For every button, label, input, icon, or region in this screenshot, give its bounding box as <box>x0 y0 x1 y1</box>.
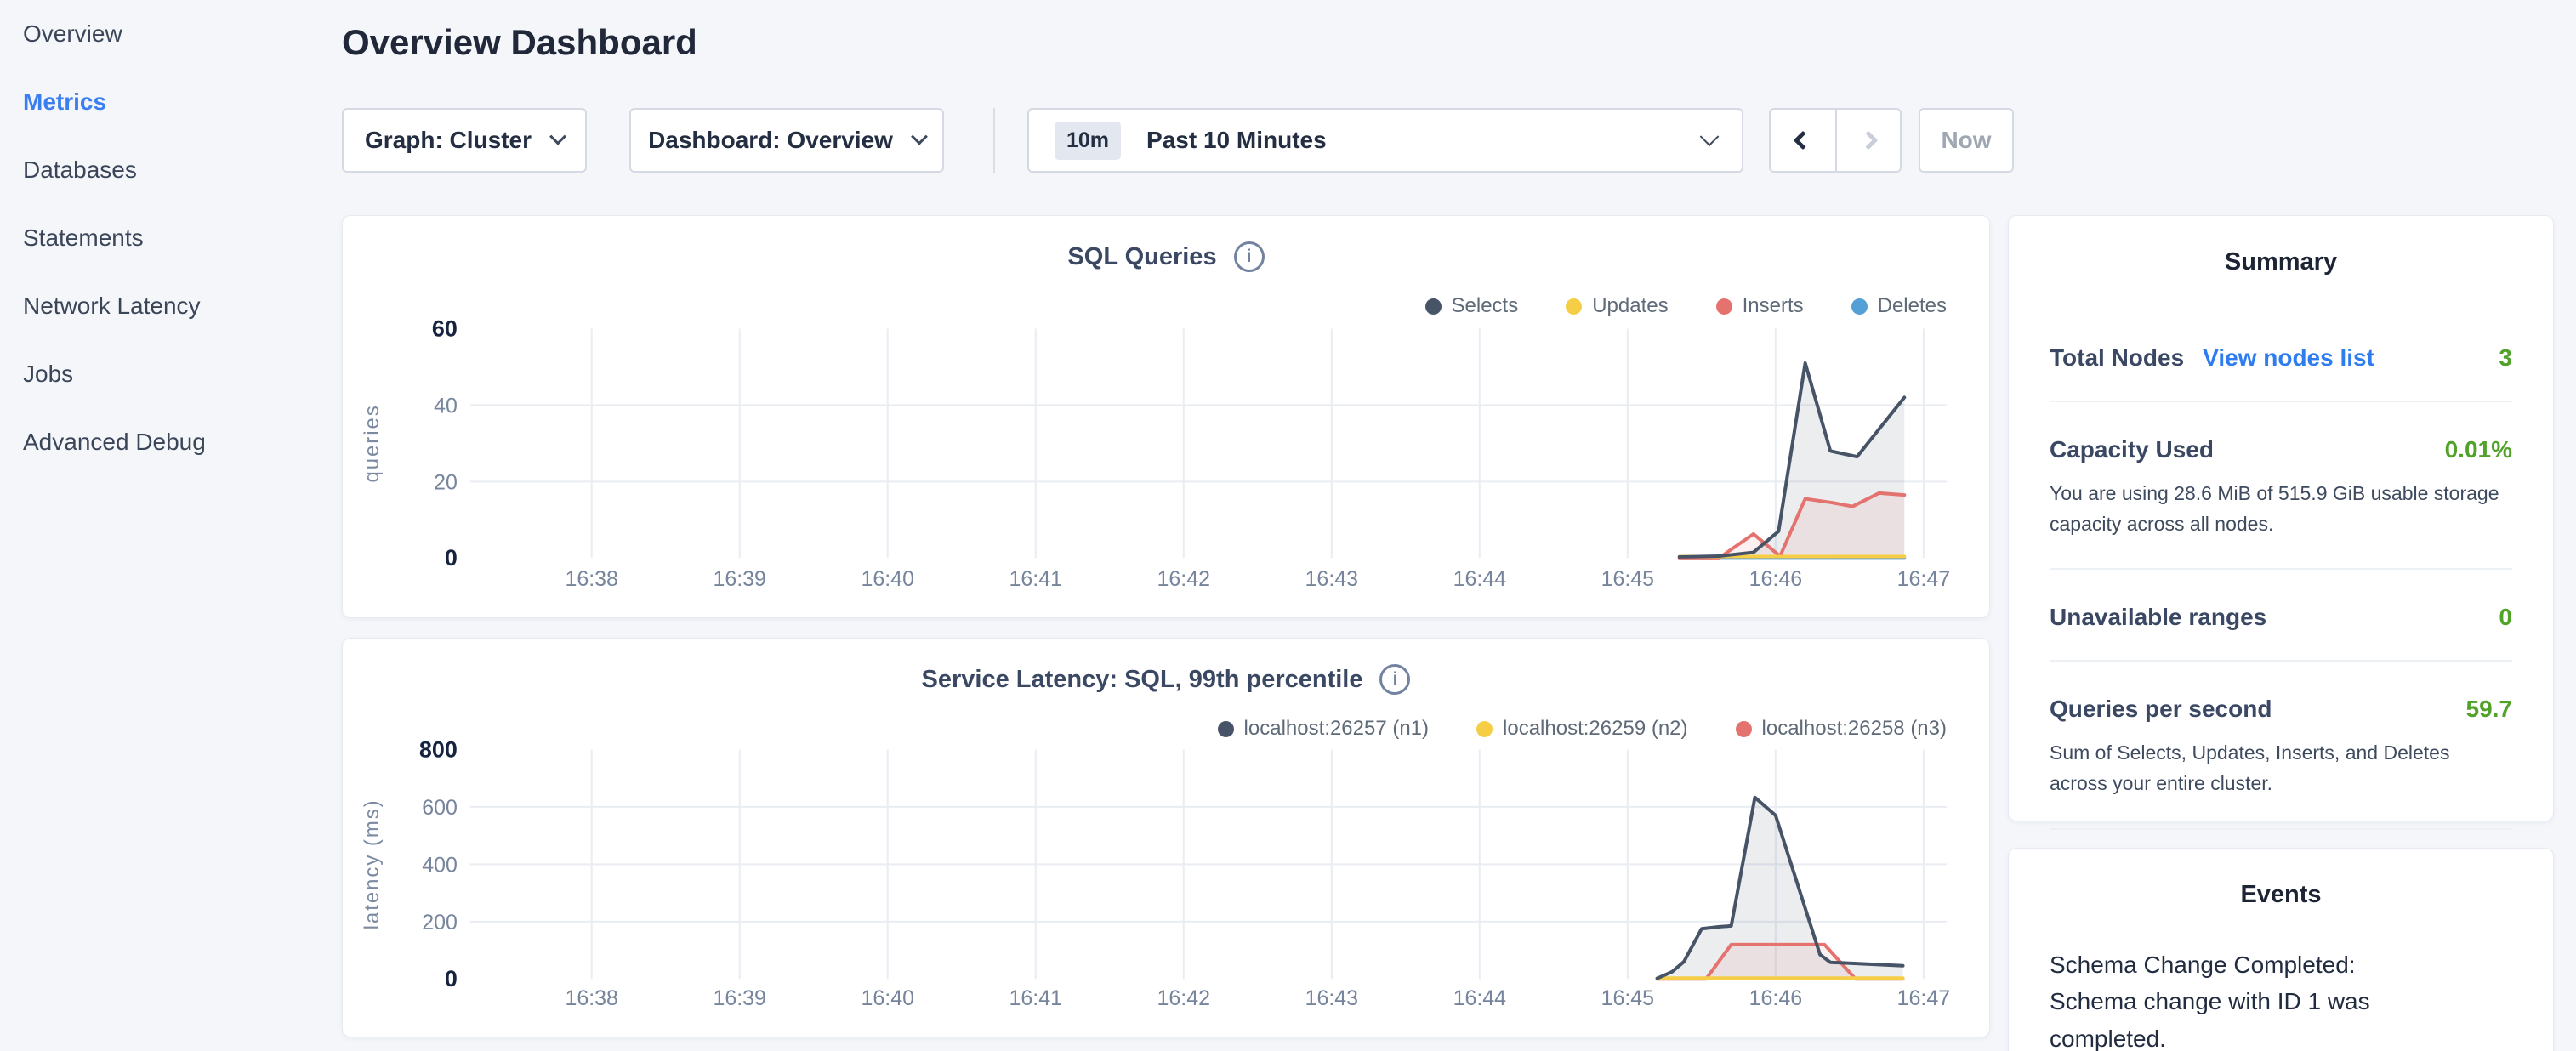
sql-queries-chart-card: SQL Queries i SelectsUpdatesInsertsDelet… <box>342 215 1990 618</box>
svg-text:16:38: 16:38 <box>565 567 617 591</box>
svg-text:16:47: 16:47 <box>1897 986 1950 1010</box>
summary-label: Capacity Used <box>2050 436 2214 463</box>
svg-text:16:46: 16:46 <box>1749 567 1802 591</box>
summary-value: 0.01% <box>2445 436 2512 463</box>
summary-label: Unavailable ranges <box>2050 604 2266 631</box>
summary-label: Queries per second <box>2050 696 2272 723</box>
time-range-picker[interactable]: 10m Past 10 Minutes <box>1027 108 1743 173</box>
summary-row-total-nodes: Total Nodes View nodes list 3 <box>2050 310 2512 402</box>
events-title: Events <box>2009 849 2553 909</box>
time-nav-group <box>1769 108 1902 173</box>
svg-text:600: 600 <box>422 796 458 820</box>
svg-text:200: 200 <box>422 911 458 935</box>
svg-text:40: 40 <box>434 394 458 418</box>
view-nodes-list-link[interactable]: View nodes list <box>2203 344 2374 372</box>
svg-text:0: 0 <box>445 966 458 991</box>
svg-text:800: 800 <box>419 736 458 762</box>
svg-text:16:41: 16:41 <box>1009 986 1062 1010</box>
svg-text:20: 20 <box>434 470 458 494</box>
service-latency-chart-card: Service Latency: SQL, 99th percentile i … <box>342 638 1990 1037</box>
service-latency-chart-svg: 16:38 16:39 16:40 16:41 16:42 16:43 16:44 16:45… <box>343 639 1989 1037</box>
sidebar-item-statements[interactable]: Statements <box>23 223 329 253</box>
svg-text:16:42: 16:42 <box>1157 567 1210 591</box>
summary-title: Summary <box>2009 216 2553 276</box>
time-prev-button[interactable] <box>1771 110 1835 171</box>
chevron-right-icon <box>1859 131 1879 151</box>
svg-text:16:39: 16:39 <box>713 986 765 1010</box>
summary-value: 3 <box>2499 344 2512 372</box>
sidebar-item-jobs[interactable]: Jobs <box>23 359 329 389</box>
sidebar-item-network-latency[interactable]: Network Latency <box>23 291 329 321</box>
summary-row-queries-per-second: Queries per second 59.7 Sum of Selects, … <box>2050 662 2512 829</box>
svg-text:16:45: 16:45 <box>1601 986 1654 1010</box>
svg-text:16:47: 16:47 <box>1897 567 1950 591</box>
svg-text:16:42: 16:42 <box>1157 986 1210 1010</box>
chevron-down-icon <box>1700 127 1720 146</box>
sidebar: Overview Metrics Databases Statements Ne… <box>23 19 329 495</box>
svg-text:16:45: 16:45 <box>1601 567 1654 591</box>
svg-text:16:40: 16:40 <box>862 567 914 591</box>
svg-text:16:43: 16:43 <box>1305 567 1358 591</box>
event-item-text: Schema Change Completed: Schema change w… <box>2050 946 2449 1051</box>
sql-queries-chart-svg: 16:38 16:39 16:40 16:41 16:42 16:43 16:44 16:45… <box>343 216 1989 617</box>
now-button[interactable]: Now <box>1919 108 2014 173</box>
svg-text:16:39: 16:39 <box>713 567 765 591</box>
summary-row-capacity-used: Capacity Used 0.01% You are using 28.6 M… <box>2050 402 2512 570</box>
svg-text:400: 400 <box>422 853 458 877</box>
svg-text:16:43: 16:43 <box>1305 986 1358 1010</box>
summary-label: Total Nodes <box>2050 344 2184 372</box>
time-range-label: Past 10 Minutes <box>1146 127 1327 154</box>
summary-value: 59.7 <box>2466 696 2513 723</box>
svg-text:16:38: 16:38 <box>565 986 617 1010</box>
events-panel: Events Schema Change Completed: Schema c… <box>2008 848 2554 1051</box>
chevron-left-icon <box>1794 131 1813 151</box>
svg-text:60: 60 <box>432 315 458 341</box>
sidebar-item-databases[interactable]: Databases <box>23 155 329 185</box>
now-button-label: Now <box>1941 127 1991 154</box>
svg-text:16:40: 16:40 <box>862 986 914 1010</box>
svg-text:16:44: 16:44 <box>1453 986 1507 1010</box>
dashboard-dropdown[interactable]: Dashboard: Overview <box>629 108 944 173</box>
sidebar-item-metrics[interactable]: Metrics <box>23 87 329 117</box>
summary-value: 0 <box>2499 604 2512 631</box>
time-next-button[interactable] <box>1835 110 1900 171</box>
page-title: Overview Dashboard <box>342 22 697 63</box>
svg-text:16:46: 16:46 <box>1749 986 1802 1010</box>
sidebar-item-overview[interactable]: Overview <box>23 19 329 49</box>
svg-text:latency (ms): latency (ms) <box>361 798 384 929</box>
summary-description: Sum of Selects, Updates, Inserts, and De… <box>2050 738 2512 798</box>
svg-text:16:41: 16:41 <box>1009 567 1062 591</box>
chevron-down-icon <box>911 128 928 145</box>
graph-scope-dropdown[interactable]: Graph: Cluster <box>342 108 587 173</box>
svg-text:0: 0 <box>445 545 458 571</box>
svg-text:16:44: 16:44 <box>1453 567 1507 591</box>
svg-text:queries: queries <box>361 404 384 482</box>
dashboard-dropdown-label: Dashboard: Overview <box>648 127 893 154</box>
controls-divider <box>993 108 995 173</box>
summary-row-unavailable-ranges: Unavailable ranges 0 <box>2050 570 2512 662</box>
sidebar-item-advanced-debug[interactable]: Advanced Debug <box>23 427 329 457</box>
graph-scope-dropdown-label: Graph: Cluster <box>365 127 532 154</box>
chevron-down-icon <box>549 128 566 145</box>
time-range-badge: 10m <box>1055 122 1121 160</box>
summary-description: You are using 28.6 MiB of 515.9 GiB usab… <box>2050 479 2512 539</box>
summary-panel: Summary Total Nodes View nodes list 3 Ca… <box>2008 215 2554 821</box>
